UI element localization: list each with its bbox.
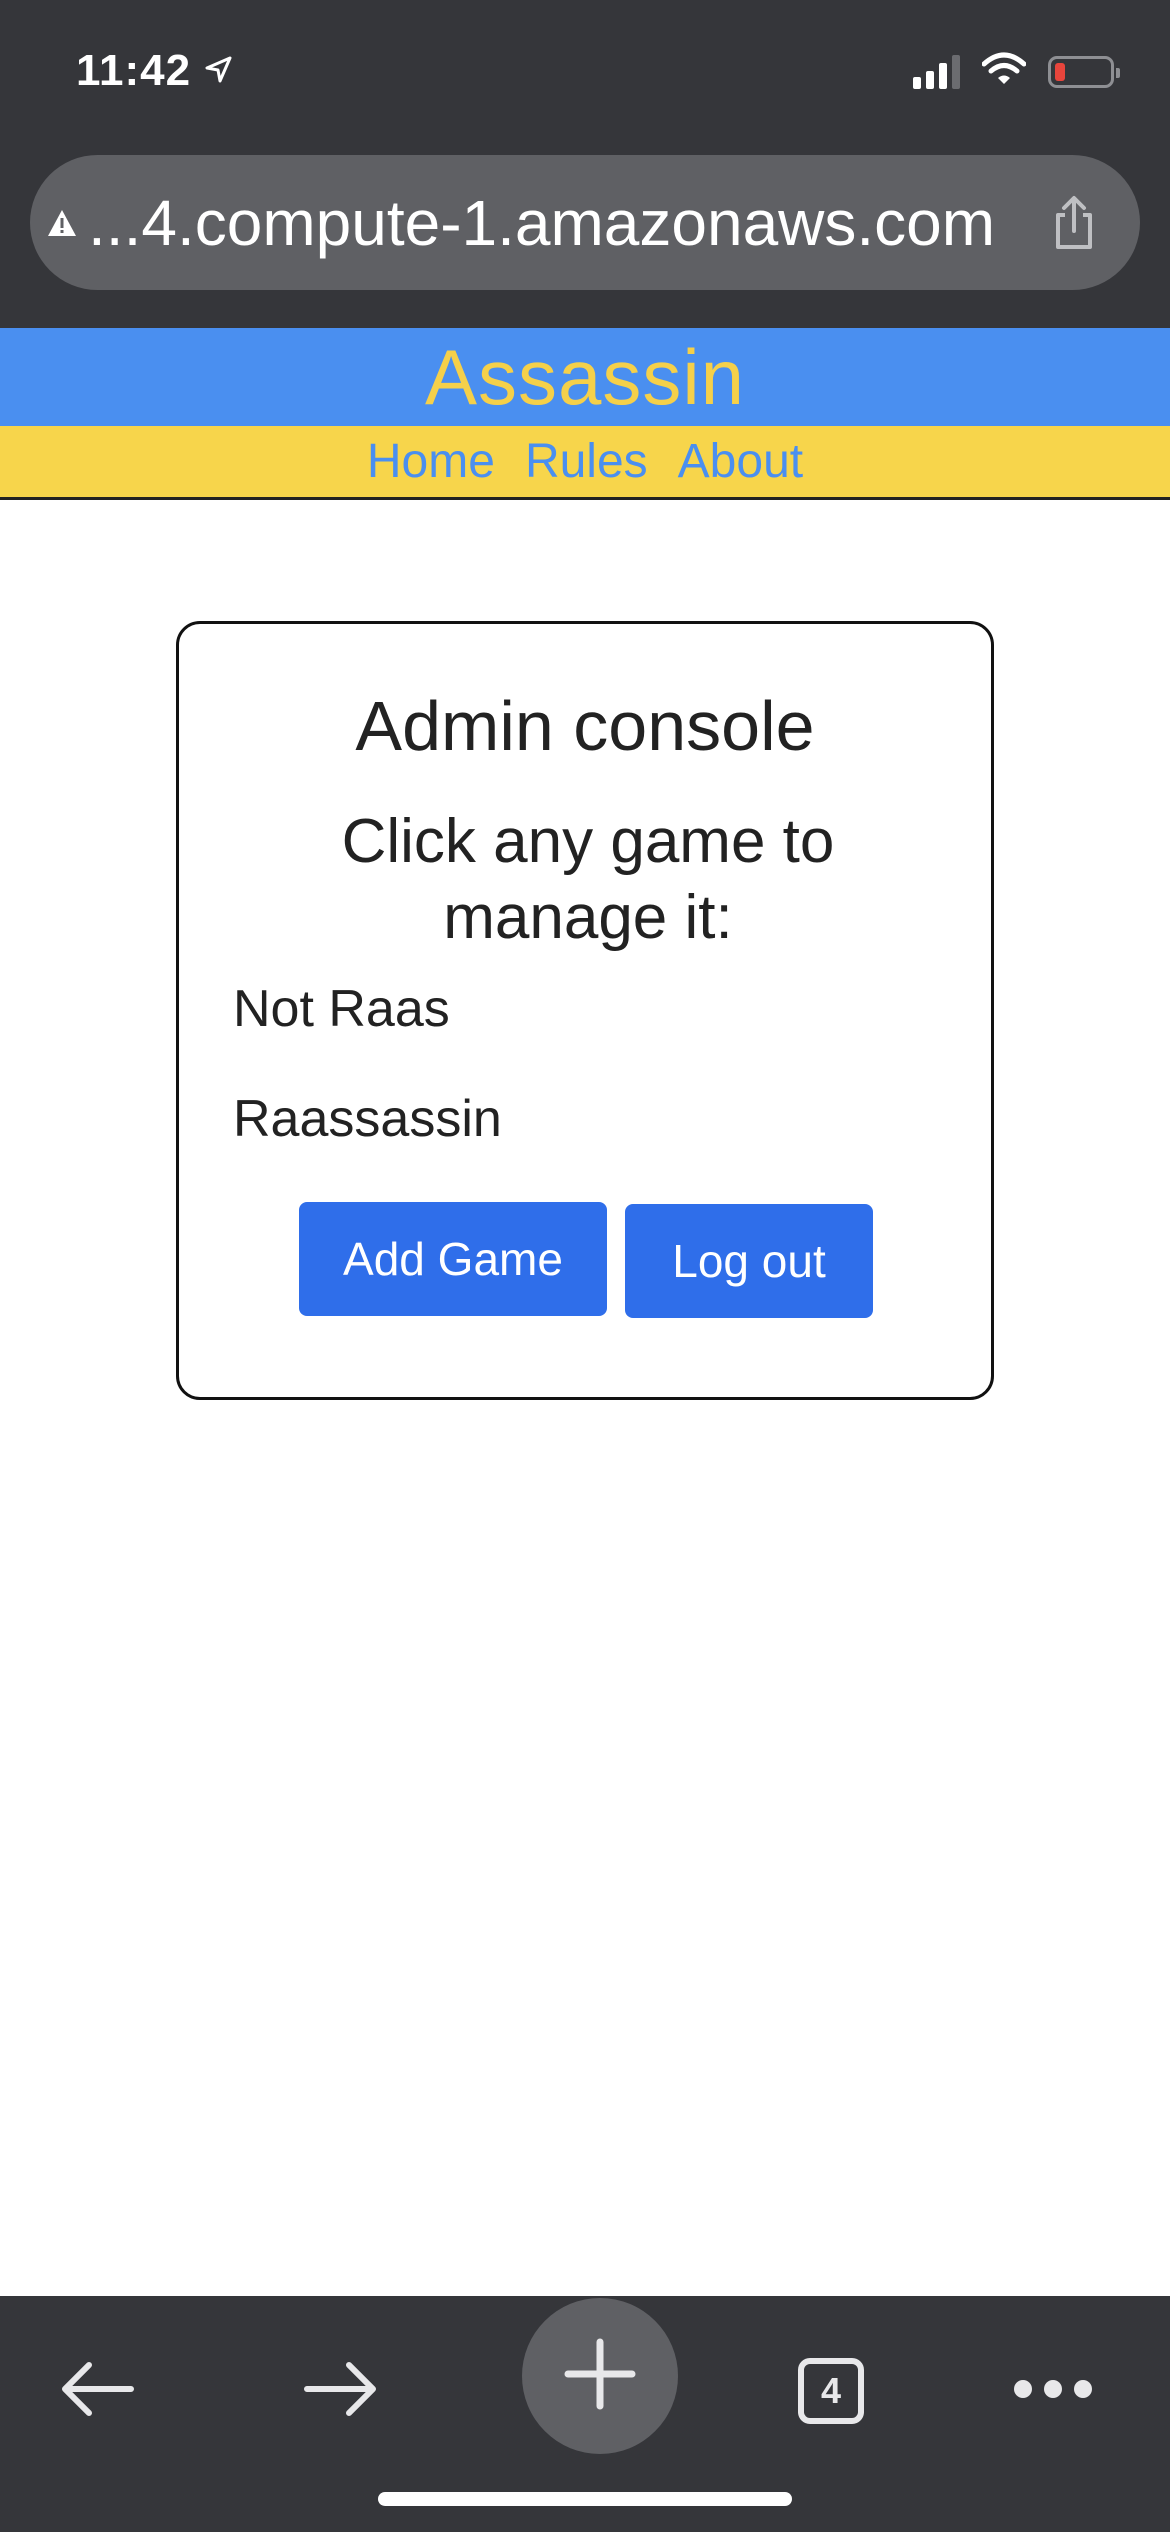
address-bar[interactable]: ...4.compute-1.amazonaws.com — [30, 155, 1140, 290]
site-title[interactable]: Assassin — [425, 332, 745, 423]
home-indicator — [378, 2492, 792, 2506]
clock-time: 11:42 — [76, 46, 192, 95]
nav-link-rules[interactable]: Rules — [525, 434, 648, 489]
nav-link-home[interactable]: Home — [367, 434, 495, 489]
site-nav: Home Rules About — [0, 426, 1170, 500]
browser-url-area: ...4.compute-1.amazonaws.com — [0, 150, 1170, 328]
location-arrow-icon — [203, 46, 233, 96]
back-arrow-icon — [59, 2359, 135, 2424]
battery-icon — [1048, 55, 1120, 88]
game-list-item[interactable]: Raassassin — [233, 1089, 502, 1149]
forward-button[interactable] — [276, 2326, 406, 2456]
wifi-icon — [981, 52, 1027, 91]
new-tab-button[interactable] — [522, 2298, 678, 2454]
console-instructions: Click any game to manage it: — [341, 807, 835, 952]
forward-arrow-icon — [303, 2359, 379, 2424]
back-button[interactable] — [32, 2326, 162, 2456]
signal-icon — [913, 54, 960, 89]
status-icons — [913, 52, 1120, 91]
tab-switcher-icon: 4 — [798, 2358, 864, 2424]
more-menu-button[interactable] — [988, 2326, 1118, 2456]
status-bar: 11:42 — [0, 0, 1170, 150]
logout-button[interactable]: Log out — [625, 1204, 873, 1318]
status-time: 11:42 — [76, 46, 233, 96]
nav-link-about[interactable]: About — [678, 434, 803, 489]
warning-icon[interactable] — [40, 201, 84, 245]
game-list-item[interactable]: Not Raas — [233, 979, 450, 1039]
site-header: Assassin — [0, 328, 1170, 426]
page-title: Admin console — [355, 687, 815, 765]
share-icon[interactable] — [1044, 193, 1104, 253]
add-game-button[interactable]: Add Game — [299, 1202, 607, 1316]
more-dots-icon — [1011, 2377, 1095, 2406]
admin-console-card: Admin console Click any game to manage i… — [176, 621, 994, 1400]
new-tab-plus-icon — [562, 2336, 638, 2417]
tab-switcher-button[interactable]: 4 — [766, 2326, 896, 2456]
url-text[interactable]: ...4.compute-1.amazonaws.com — [88, 186, 1044, 260]
